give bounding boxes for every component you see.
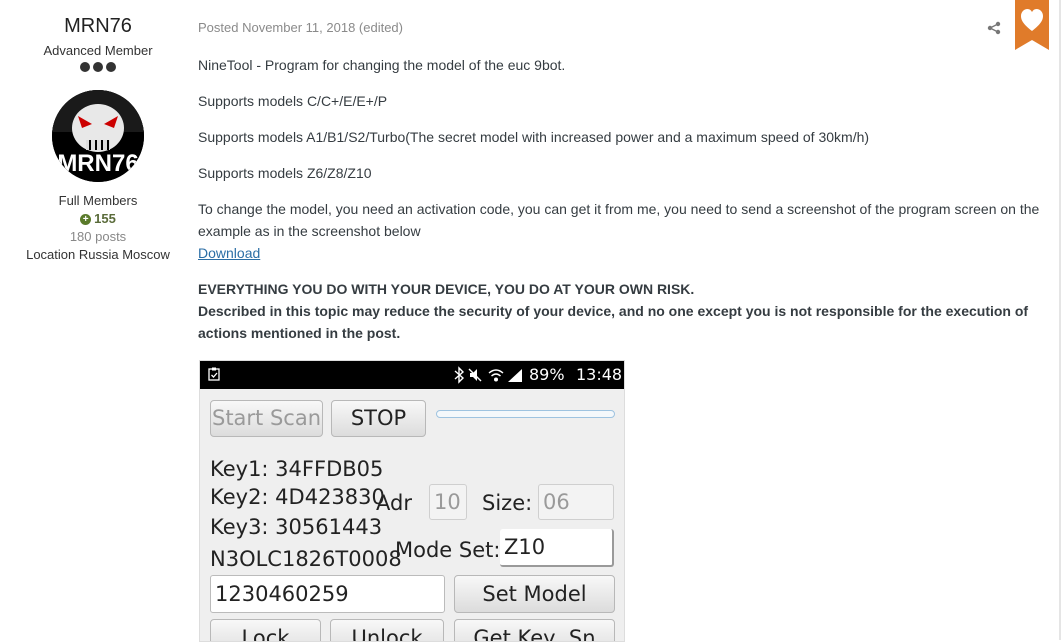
size-label: Size: [482, 491, 533, 515]
adr-label: Adr [376, 491, 412, 515]
post-meta: Posted November 11, 2018 (edited) [198, 20, 403, 35]
post-count: 180 posts [69, 229, 127, 244]
author-name[interactable]: MRN76 [0, 15, 196, 38]
lock-button[interactable]: Lock [210, 619, 321, 641]
set-model-button[interactable]: Set Model [454, 575, 615, 613]
mute-icon [468, 368, 482, 382]
mode-set-label: Mode Set: [395, 538, 501, 562]
author-location: Location Russia Moscow [26, 247, 170, 262]
serial-label: N3OLC1826T0008 [210, 547, 402, 571]
warning-text: EVERYTHING YOU DO WITH YOUR DEVICE, YOU … [198, 278, 1043, 344]
phone-status-bar: 89% 13:48 [200, 361, 624, 389]
status-icons [454, 366, 522, 384]
size-field[interactable]: 06 [538, 484, 614, 520]
member-group: Full Members [58, 193, 138, 208]
plus-icon: + [80, 214, 92, 226]
author-title: Advanced Member [43, 43, 153, 58]
key3-label: Key3: 30561443 [210, 515, 383, 539]
get-key-button[interactable]: Get Key, Sn [454, 619, 615, 641]
share-icon[interactable] [987, 21, 1001, 35]
battery-level: 89% [529, 365, 565, 384]
mode-set-dropdown[interactable]: Z10 [500, 529, 614, 567]
wifi-icon [488, 369, 504, 382]
unlock-button[interactable]: Unlock [330, 619, 444, 641]
bluetooth-icon [454, 366, 465, 384]
post-paragraph: Supports models Z6/Z8/Z10 [198, 165, 372, 181]
warning-line: Described in this topic may reduce the s… [198, 303, 1029, 341]
adr-field[interactable]: 10 [429, 484, 467, 520]
scan-progress-bar [436, 410, 615, 418]
rank-pips [80, 62, 116, 72]
download-link[interactable]: Download [198, 242, 260, 264]
app-screenshot[interactable]: 89% 13:48 Start Scan STOP Key1: 34FFDB05… [199, 360, 625, 642]
post-paragraph: To change the model, you need an activat… [198, 201, 1040, 239]
clipboard-icon [208, 367, 220, 381]
reputation: +155 [0, 211, 196, 226]
post-paragraph: Supports models C/C+/E/E+/P [198, 93, 388, 109]
key1-label: Key1: 34FFDB05 [210, 457, 384, 481]
warning-line: EVERYTHING YOU DO WITH YOUR DEVICE, YOU … [198, 281, 695, 297]
clock: 13:48 [576, 365, 623, 384]
reputation-count: 155 [94, 211, 116, 226]
post-paragraph: Supports models A1/B1/S2/Turbo(The secre… [198, 129, 870, 145]
post-paragraph: NineTool - Program for changing the mode… [198, 57, 566, 73]
start-scan-button[interactable]: Start Scan [210, 400, 323, 437]
key2-label: Key2: 4D423830 [210, 485, 385, 509]
avatar[interactable]: MRN76 [52, 90, 144, 182]
signal-icon [508, 369, 522, 382]
stop-button[interactable]: STOP [331, 400, 426, 437]
activation-code-input[interactable]: 1230460259 [210, 575, 445, 613]
avatar-text: MRN76 [57, 150, 138, 177]
heart-icon[interactable] [1015, 0, 1049, 50]
